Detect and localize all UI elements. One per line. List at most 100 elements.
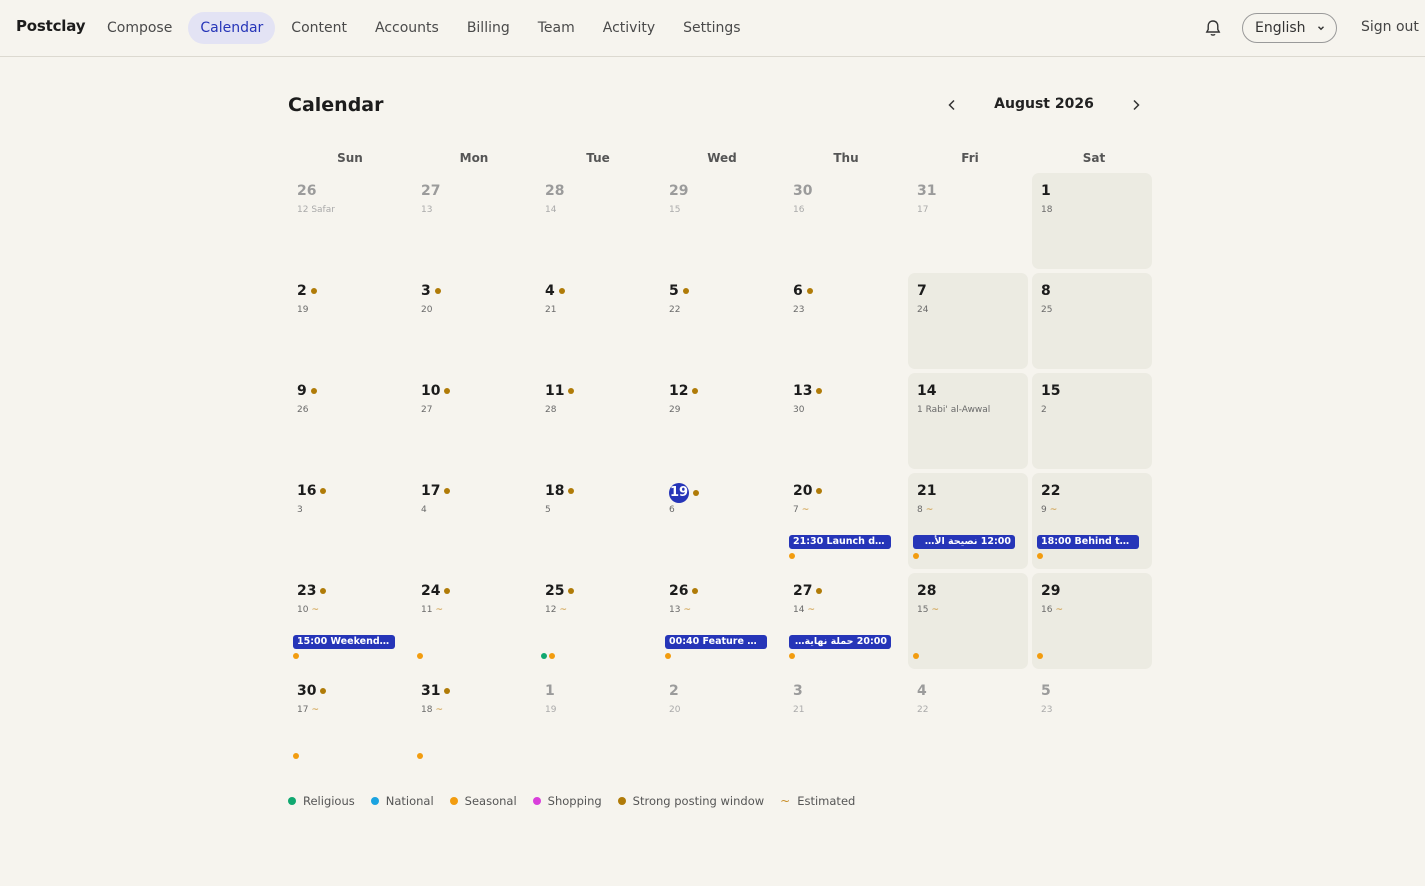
chevron-left-icon[interactable] [943,96,961,114]
bell-icon[interactable] [1203,18,1223,38]
scheduled-post[interactable]: 20:00 حملة نهاية الـ... [789,635,891,649]
nav-item-settings[interactable]: Settings [671,12,752,44]
day-cell[interactable]: 15 2 [1032,373,1152,469]
day-cell[interactable]: 26 13 ~ 00:40 Feature de... [660,573,780,669]
nav-item-calendar[interactable]: Calendar [188,12,276,44]
day-number: 30 [297,683,327,699]
day-cell[interactable]: 22 9 ~18:00 Behind the ... [1032,473,1152,569]
day-cell[interactable]: 7 24 [908,273,1028,369]
scheduled-post[interactable]: 00:40 Feature de... [665,635,767,649]
scheduled-post[interactable]: 21:30 Launch day ... [789,535,891,549]
day-number-text: 20 [793,483,813,499]
scheduled-post[interactable]: 18:00 Behind the ... [1037,535,1139,549]
hijri-date-text: 12 Safar [297,205,335,215]
strong-window-dot [320,488,327,494]
day-cell[interactable]: 11 28 [536,373,656,469]
day-cell[interactable]: 30 16 [784,173,904,269]
day-cell[interactable]: 28 14 [536,173,656,269]
day-cell[interactable]: 3 21 [784,673,904,769]
seasonal-dot [665,653,671,659]
seasonal-dot [789,553,795,559]
day-cell[interactable]: 29 16 ~ [1032,573,1152,669]
day-number-text: 14 [917,383,937,399]
day-number-text: 22 [1041,483,1061,499]
day-cell[interactable]: 18 5 [536,473,656,569]
day-cell[interactable]: 28 15 ~ [908,573,1028,669]
day-number-text: 18 [545,483,565,499]
day-cell[interactable]: 2 19 [288,273,408,369]
nav-item-activity[interactable]: Activity [591,12,667,44]
nav-item-accounts[interactable]: Accounts [363,12,451,44]
hijri-date-text: 3 [297,505,303,515]
day-number: 18 [545,483,575,499]
estimated-marker: ~ [311,705,319,715]
hijri-date: 18 ~ [421,705,443,715]
day-number-text: 1 [1041,183,1051,199]
language-select[interactable]: English [1242,13,1337,43]
seasonal-dot [293,653,299,659]
day-cell[interactable]: 218~12:00 نصيحة الأسبو... [908,473,1028,569]
day-cell[interactable]: 25 12 ~ [536,573,656,669]
day-cell[interactable]: 4 21 [536,273,656,369]
day-cell[interactable]: 16 3 [288,473,408,569]
day-cell[interactable]: 30 17 ~ [288,673,408,769]
chevron-right-icon[interactable] [1127,96,1145,114]
day-cell[interactable]: 12 29 [660,373,780,469]
estimated-marker: ~ [311,605,319,615]
day-cell[interactable]: 4 22 [908,673,1028,769]
sign-out-link[interactable]: Sign out [1361,19,1419,35]
day-cell[interactable]: 2714~20:00 حملة نهاية الـ... [784,573,904,669]
day-number-text: 2 [297,283,307,299]
day-cell[interactable]: 2 20 [660,673,780,769]
day-cell[interactable]: 24 11 ~ [412,573,532,669]
day-cell[interactable]: 1 19 [536,673,656,769]
day-number: 9 [297,383,317,399]
day-cell[interactable]: 1 18 [1032,173,1152,269]
day-number: 26 [669,583,699,599]
day-cell[interactable]: 8 25 [1032,273,1152,369]
nav-item-team[interactable]: Team [526,12,587,44]
day-cell[interactable]: 5 23 [1032,673,1152,769]
day-number-text: 12 [669,383,689,399]
hijri-date: 20 [669,705,680,715]
day-cell[interactable]: 31 18 ~ [412,673,532,769]
day-number-text: 5 [1041,683,1051,699]
hijri-date: 13 ~ [669,605,691,615]
weekday-label: Wed [707,151,737,165]
scheduled-post[interactable]: 15:00 Weekend re... [293,635,395,649]
occasion-dots [293,753,299,759]
day-cell[interactable]: 29 15 [660,173,780,269]
brand-logo[interactable]: Postclay [16,17,85,35]
day-cell[interactable]: 19 6 [660,473,780,569]
chevron-down-icon [1318,26,1324,31]
day-cell[interactable]: 20 7 ~21:30 Launch day ... [784,473,904,569]
day-number-text: 15 [1041,383,1061,399]
hijri-date-text: 6 [669,505,675,515]
nav-item-billing[interactable]: Billing [455,12,522,44]
occasion-dots [1037,553,1043,559]
day-number: 16 [297,483,327,499]
day-number-text: 30 [793,183,813,199]
day-number: 31 [421,683,451,699]
nav-item-compose[interactable]: Compose [95,12,184,44]
scheduled-post[interactable]: 12:00 نصيحة الأسبو... [913,535,1015,549]
day-cell[interactable]: 10 27 [412,373,532,469]
day-cell[interactable]: 9 26 [288,373,408,469]
day-number: 7 [917,283,927,299]
day-cell[interactable]: 6 23 [784,273,904,369]
day-cell[interactable]: 5 22 [660,273,780,369]
occasion-dots [665,653,671,659]
day-cell[interactable]: 13 30 [784,373,904,469]
day-cell[interactable]: 3 20 [412,273,532,369]
strong-window-dot [568,388,575,394]
nav-item-content[interactable]: Content [279,12,359,44]
day-cell[interactable]: 31 17 [908,173,1028,269]
day-cell[interactable]: 23 10 ~15:00 Weekend re... [288,573,408,669]
legend-label: Seasonal [464,794,517,808]
day-cell[interactable]: 26 12 Safar [288,173,408,269]
day-cell[interactable]: 17 4 [412,473,532,569]
day-cell[interactable]: 14 1 Rabi' al-Awwal [908,373,1028,469]
hijri-date: 21 [793,705,804,715]
day-cell[interactable]: 27 13 [412,173,532,269]
day-number: 31 [917,183,936,199]
